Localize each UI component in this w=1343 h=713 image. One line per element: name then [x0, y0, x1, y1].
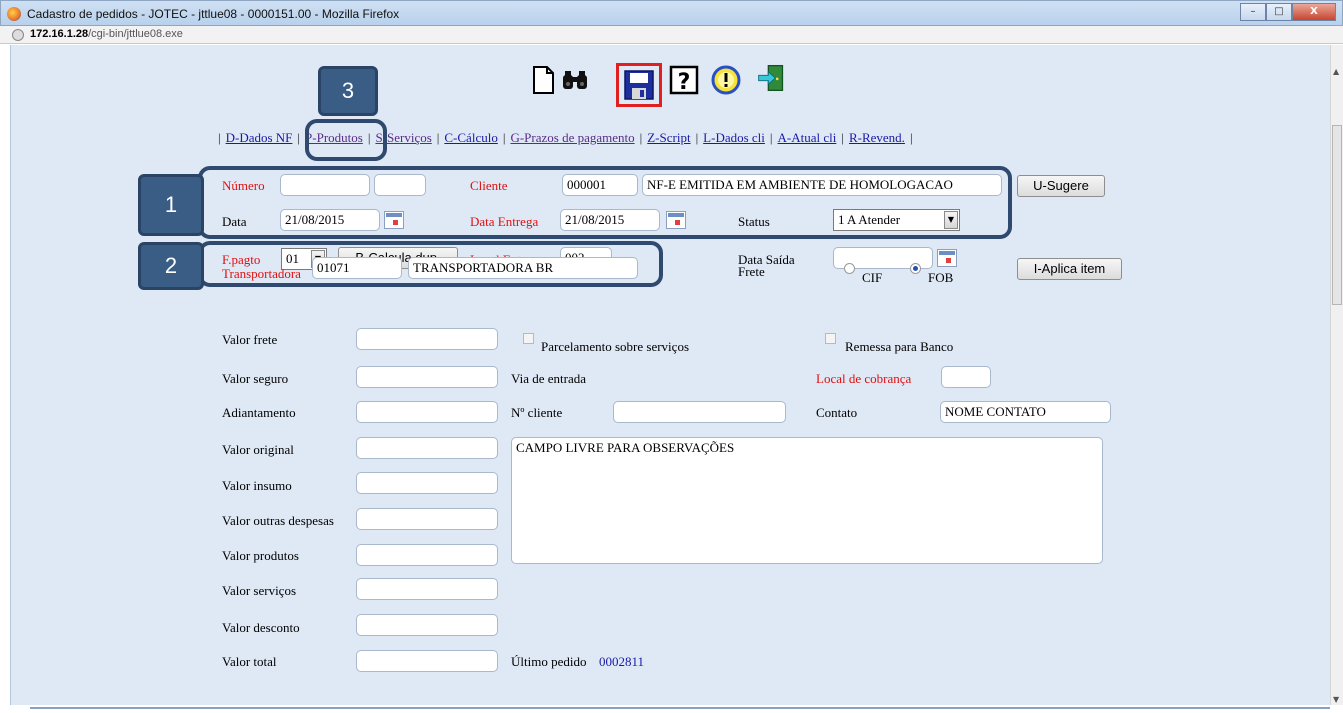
window-controls: – □ X: [1240, 3, 1336, 21]
ultimo-pedido-label: Último pedido: [511, 654, 587, 669]
firefox-icon: [7, 7, 21, 21]
valor-servicos-input[interactable]: [356, 578, 498, 600]
valor-produtos-input[interactable]: [356, 544, 498, 566]
local-cobranca-label: Local de cobrança: [816, 371, 912, 386]
window-titlebar: Cadastro de pedidos - JOTEC - jttlue08 -…: [0, 0, 1343, 26]
tab-separator: |: [297, 130, 301, 145]
valor-total-label: Valor total: [222, 654, 277, 669]
tab-revend[interactable]: R-Revend.: [849, 130, 905, 145]
valor-outras-despesas-label: Valor outras despesas: [222, 513, 334, 528]
calendar-icon[interactable]: [937, 249, 957, 267]
valor-insumo-input[interactable]: [356, 472, 498, 494]
valor-total-input[interactable]: [356, 650, 498, 672]
save-icon[interactable]: [616, 63, 662, 107]
scroll-down-icon[interactable]: ▼: [1333, 695, 1339, 704]
svg-text:?: ?: [678, 70, 691, 95]
tab-separator: |: [639, 130, 643, 145]
highlight-box-2: [198, 241, 663, 287]
callout-2: 2: [138, 242, 204, 290]
local-cobranca-input[interactable]: [941, 366, 991, 388]
frete-cif-label: CIF: [862, 270, 883, 285]
frete-fob-label: FOB: [928, 270, 954, 285]
tab-prazos[interactable]: G-Prazos de pagamento: [510, 130, 634, 145]
scroll-up-icon[interactable]: ▲: [1333, 67, 1339, 76]
frete-cif-radio[interactable]: [844, 263, 855, 274]
sugere-button[interactable]: U-Sugere: [1017, 175, 1105, 197]
highlight-box-3: [305, 119, 387, 161]
tab-calculo[interactable]: C-Cálculo: [444, 130, 497, 145]
address-bar[interactable]: 172.16.1.28/cgi-bin/jttlue08.exe: [0, 26, 1343, 44]
window-title: Cadastro de pedidos - JOTEC - jttlue08 -…: [27, 7, 400, 21]
valor-frete-label: Valor frete: [222, 332, 278, 347]
vertical-scrollbar[interactable]: ▲ ▼: [1330, 45, 1343, 705]
tab-atual-cli[interactable]: A-Atual cli: [778, 130, 837, 145]
valor-produtos-label: Valor produtos: [222, 548, 299, 563]
parcelamento-checkbox[interactable]: [523, 333, 534, 344]
page-divider: [30, 707, 1330, 709]
tab-separator: |: [436, 130, 440, 145]
aplica-item-button[interactable]: I-Aplica item: [1017, 258, 1122, 280]
search-binoculars-icon[interactable]: [560, 65, 590, 95]
frete-fob-radio[interactable]: [910, 263, 921, 274]
url-text[interactable]: 172.16.1.28/cgi-bin/jttlue08.exe: [30, 28, 183, 40]
adiantamento-label: Adiantamento: [222, 405, 296, 420]
parcelamento-label: Parcelamento sobre serviços: [541, 339, 690, 354]
tab-dados-nf[interactable]: D-Dados NF: [226, 130, 293, 145]
callout-3: 3: [318, 66, 378, 116]
highlight-box-1: [198, 166, 1012, 239]
n-cliente-label: Nº cliente: [511, 405, 563, 420]
minimize-button[interactable]: –: [1240, 3, 1266, 21]
observacoes-textarea[interactable]: CAMPO LIVRE PARA OBSERVAÇÕES: [511, 437, 1103, 564]
tab-separator: |: [502, 130, 506, 145]
url-host: 172.16.1.28: [30, 28, 89, 40]
tab-separator: |: [218, 130, 221, 145]
valor-desconto-label: Valor desconto: [222, 620, 300, 635]
valor-original-label: Valor original: [222, 442, 294, 457]
contato-input[interactable]: NOME CONTATO: [940, 401, 1111, 423]
help-icon[interactable]: ?: [669, 65, 699, 95]
tab-script[interactable]: Z-Script: [647, 130, 690, 145]
valor-frete-input[interactable]: [356, 328, 498, 350]
callout-1: 1: [138, 174, 204, 236]
scroll-thumb[interactable]: [1332, 125, 1342, 305]
via-entrada-label: Via de entrada: [511, 371, 587, 386]
valor-desconto-input[interactable]: [356, 614, 498, 636]
valor-seguro-label: Valor seguro: [222, 371, 289, 386]
close-button[interactable]: X: [1292, 3, 1336, 21]
tab-separator: |: [909, 130, 913, 145]
remessa-banco-checkbox[interactable]: [825, 333, 836, 344]
contato-label: Contato: [816, 405, 858, 420]
valor-seguro-input[interactable]: [356, 366, 498, 388]
exit-icon[interactable]: [756, 63, 786, 93]
frete-label: Frete: [738, 264, 765, 279]
maximize-button[interactable]: □: [1266, 3, 1292, 21]
valor-insumo-label: Valor insumo: [222, 478, 292, 493]
valor-servicos-label: Valor serviços: [222, 583, 297, 598]
globe-icon: [12, 29, 24, 41]
valor-outras-despesas-input[interactable]: [356, 508, 498, 530]
remessa-banco-label: Remessa para Banco: [845, 339, 954, 354]
adiantamento-input[interactable]: [356, 401, 498, 423]
tab-separator: |: [769, 130, 773, 145]
valor-original-input[interactable]: [356, 437, 498, 459]
n-cliente-input[interactable]: [613, 401, 786, 423]
tab-separator: |: [841, 130, 844, 145]
tab-dados-cli[interactable]: L-Dados cli: [703, 130, 765, 145]
alert-icon[interactable]: [711, 65, 741, 95]
tab-separator: |: [695, 130, 699, 145]
new-document-icon[interactable]: [528, 65, 558, 95]
url-path: /cgi-bin/jttlue08.exe: [88, 28, 183, 40]
ultimo-pedido-value: 0002811: [599, 654, 645, 669]
